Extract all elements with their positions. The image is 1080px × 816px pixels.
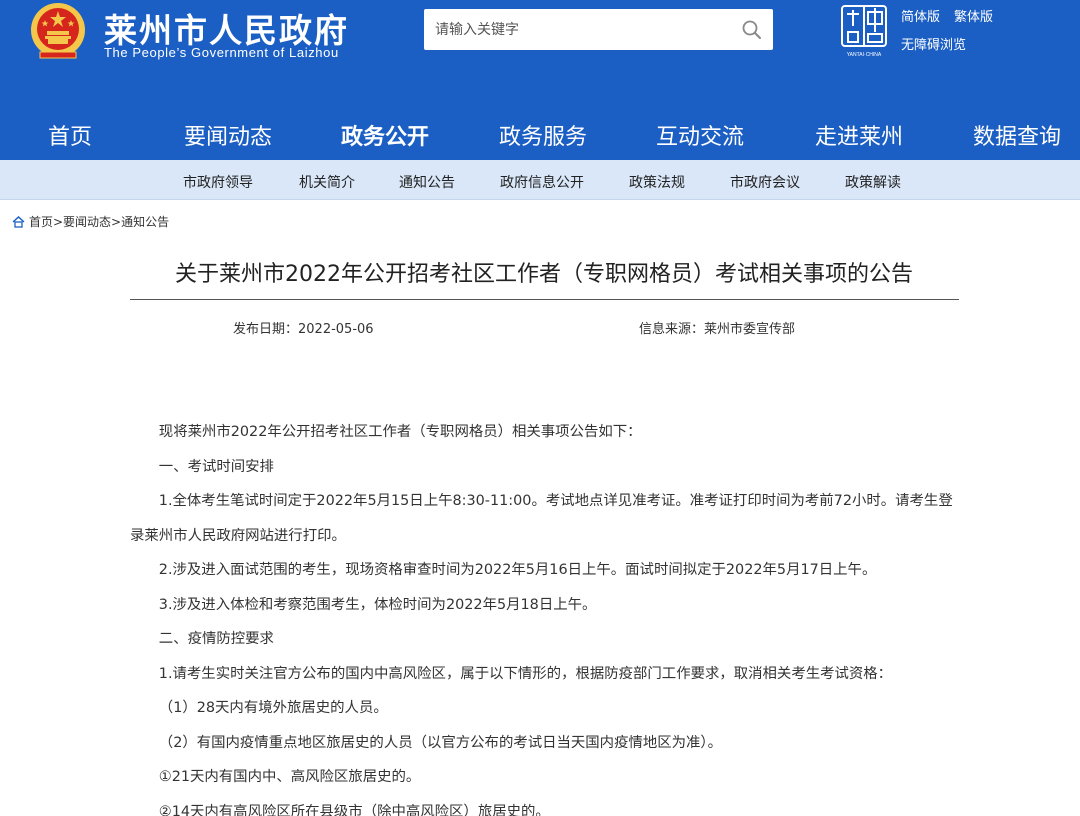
article-paragraph: 二、疫情防控要求	[158, 631, 274, 647]
site-subtitle: The People’s Government of Laizhou	[104, 45, 339, 60]
article-paragraph: 一、考试时间安排	[158, 458, 274, 475]
yantai-logo-caption: YANTAI·CHINA	[847, 52, 882, 58]
nav-item-about-laizhou[interactable]: 走进莱州	[815, 119, 903, 151]
publish-date: 发布日期：2022-05-06	[233, 322, 374, 337]
breadcrumb: 首页>要闻动态>通知公告	[12, 213, 169, 230]
nav-item-data-query[interactable]: 数据查询	[973, 119, 1061, 151]
subnav-item-notices[interactable]: 通知公告	[399, 172, 455, 192]
article-paragraph: 2.涉及进入面试范围的考生，现场资格审查时间为2022年5月16日上午。面试时间…	[158, 562, 877, 578]
article-paragraph: 现将莱州市2022年公开招考社区工作者（专职网格员）相关事项公告如下：	[158, 424, 642, 440]
subnav-item-regulations[interactable]: 政策法规	[629, 172, 685, 192]
sub-nav: 市政府领导 机关简介 通知公告 政府信息公开 政策法规 市政府会议 政策解读	[0, 160, 1080, 200]
language-links: 简体版 繁体版	[901, 6, 1007, 25]
national-emblem-icon	[31, 3, 85, 59]
info-source: 信息来源：莱州市委宣传部	[639, 322, 796, 337]
home-icon	[12, 215, 25, 228]
search-box	[424, 9, 773, 50]
subnav-item-meetings[interactable]: 市政府会议	[730, 172, 800, 192]
nav-item-gov-affairs[interactable]: 政务公开	[341, 119, 429, 151]
article-title: 关于莱州市2022年公开招考社区工作者（专职网格员）考试相关事项的公告	[175, 262, 913, 287]
article-paragraph: 1.全体考生笔试时间定于2022年5月15日上午8:30-11:00。考试地点详…	[130, 493, 953, 544]
article-paragraph: ①21天内有国内中、高风险区旅居史的。	[158, 769, 421, 785]
subnav-item-leaders[interactable]: 市政府领导	[183, 172, 253, 192]
yantai-china-logo-icon: YANTAI·CHINA	[841, 5, 887, 58]
main-nav: 首页 要闻动态 政务公开 政务服务 互动交流 走进莱州 数据查询	[0, 106, 1080, 160]
article-paragraph: （1）28天内有境外旅居史的人员。	[158, 700, 388, 716]
subnav-item-policy-interpretation[interactable]: 政策解读	[845, 172, 901, 192]
article-paragraph: （2）有国内疫情重点地区旅居史的人员（以官方公布的考试日当天国内疫情地区为准）。	[158, 734, 722, 751]
article-paragraph: 1.请考生实时关注官方公布的国内中高风险区，属于以下情形的，根据防疫部门工作要求…	[158, 665, 893, 682]
nav-item-news[interactable]: 要闻动态	[184, 119, 272, 151]
simplified-link[interactable]: 简体版	[901, 10, 940, 25]
article-paragraph: ②14天内有高风险区所在县级市（除中高风险区）旅居史的。	[158, 803, 550, 816]
site-header: 莱州市人民政府 The People’s Government of Laizh…	[0, 0, 1080, 106]
article-paragraph: 3.涉及进入体检和考察范围考生，体检时间为2022年5月18日上午。	[158, 596, 597, 613]
article-body: 现将莱州市2022年公开招考社区工作者（专职网格员）相关事项公告如下： 一、考试…	[130, 415, 960, 816]
nav-item-interaction[interactable]: 互动交流	[656, 119, 744, 151]
title-divider	[130, 299, 959, 300]
nav-item-home[interactable]: 首页	[48, 119, 92, 151]
search-input[interactable]	[424, 9, 734, 50]
traditional-link[interactable]: 繁体版	[954, 10, 993, 25]
subnav-item-agency-intro[interactable]: 机关简介	[299, 172, 355, 192]
nav-item-gov-services[interactable]: 政务服务	[499, 119, 587, 151]
breadcrumb-path[interactable]: 首页>要闻动态>通知公告	[29, 213, 169, 230]
accessibility-link[interactable]: 无障碍浏览	[901, 34, 966, 53]
search-icon[interactable]	[741, 19, 763, 41]
subnav-item-info-disclosure[interactable]: 政府信息公开	[500, 172, 584, 192]
